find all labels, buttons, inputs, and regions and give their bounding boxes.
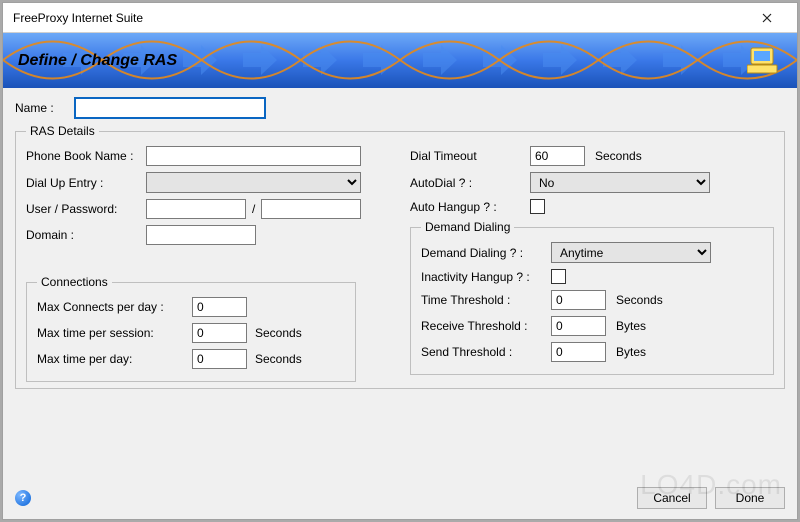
dialup-label: Dial Up Entry : [26, 176, 146, 190]
demand-group: Demand Dialing Demand Dialing ? : Anytim… [410, 220, 774, 375]
userpass-label: User / Password: [26, 202, 146, 216]
domain-label: Domain : [26, 228, 146, 242]
help-icon[interactable]: ? [15, 490, 31, 506]
recvthresh-label: Receive Threshold : [421, 319, 551, 333]
connections-group: Connections Max Connects per day : Max t… [26, 275, 356, 382]
phonebook-label: Phone Book Name : [26, 149, 146, 163]
close-icon [762, 13, 772, 23]
maxsession-input[interactable] [192, 323, 247, 343]
done-button[interactable]: Done [715, 487, 785, 509]
banner-title: Define / Change RAS [18, 52, 177, 70]
recvthresh-input[interactable] [551, 316, 606, 336]
password-input[interactable] [261, 199, 361, 219]
maxsession-label: Max time per session: [37, 326, 192, 340]
timethresh-unit: Seconds [616, 293, 663, 307]
connections-legend: Connections [37, 275, 112, 289]
window-title: FreeProxy Internet Suite [13, 11, 143, 25]
name-input[interactable] [75, 98, 265, 118]
demand-legend: Demand Dialing [421, 220, 514, 234]
dialtimeout-input[interactable] [530, 146, 585, 166]
sendthresh-unit: Bytes [616, 345, 646, 359]
dialtimeout-label: Dial Timeout [410, 149, 530, 163]
maxconn-label: Max Connects per day : [37, 300, 192, 314]
recvthresh-unit: Bytes [616, 319, 646, 333]
ras-legend: RAS Details [26, 124, 99, 138]
timethresh-label: Time Threshold : [421, 293, 551, 307]
maxtimeday-input[interactable] [192, 349, 247, 369]
dialtimeout-unit: Seconds [595, 149, 642, 163]
dialog-window: FreeProxy Internet Suite Define / Change… [2, 2, 798, 520]
autohangup-label: Auto Hangup ? : [410, 200, 530, 214]
inactivity-label: Inactivity Hangup ? : [421, 270, 551, 284]
user-input[interactable] [146, 199, 246, 219]
dialup-select[interactable] [146, 172, 361, 193]
ras-details-group: RAS Details Phone Book Name : Dial Up En… [15, 124, 785, 389]
phonebook-input[interactable] [146, 146, 361, 166]
close-button[interactable] [747, 4, 787, 32]
maxsession-unit: Seconds [255, 326, 302, 340]
footer: ? Cancel Done [3, 479, 797, 519]
autodial-select[interactable]: No [530, 172, 710, 193]
computer-icon [747, 46, 783, 76]
name-row: Name : [15, 98, 785, 118]
sendthresh-input[interactable] [551, 342, 606, 362]
titlebar: FreeProxy Internet Suite [3, 3, 797, 33]
autohangup-checkbox[interactable] [530, 199, 545, 214]
client-area: Name : RAS Details Phone Book Name : Dia… [3, 88, 797, 519]
maxtimeday-unit: Seconds [255, 352, 302, 366]
domain-input[interactable] [146, 225, 256, 245]
userpass-sep: / [252, 202, 255, 216]
timethresh-input[interactable] [551, 290, 606, 310]
cancel-button[interactable]: Cancel [637, 487, 707, 509]
maxtimeday-label: Max time per day: [37, 352, 192, 366]
name-label: Name : [15, 101, 75, 115]
demand-select[interactable]: Anytime [551, 242, 711, 263]
banner: Define / Change RAS [3, 33, 797, 88]
inactivity-checkbox[interactable] [551, 269, 566, 284]
maxconn-input[interactable] [192, 297, 247, 317]
sendthresh-label: Send Threshold : [421, 345, 551, 359]
demand-label: Demand Dialing ? : [421, 246, 551, 260]
autodial-label: AutoDial ? : [410, 176, 530, 190]
